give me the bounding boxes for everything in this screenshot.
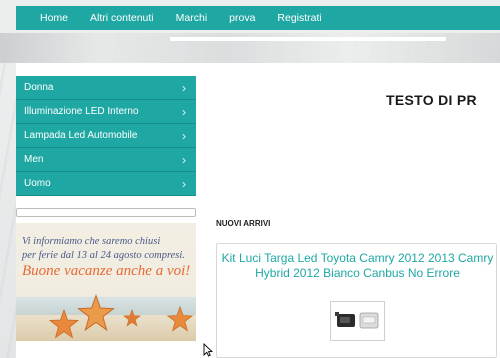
banner-line-1: Vi informiamo che saremo chiusi: [22, 236, 161, 247]
sidebar-item-label: Donna: [24, 82, 54, 93]
product-title-link[interactable]: Kit Luci Targa Led Toyota Camry 2012 201…: [221, 251, 494, 281]
chevron-right-icon: ›: [182, 81, 186, 95]
chevron-right-icon: ›: [182, 177, 186, 191]
sidebar-item-label: Lampada Led Automobile: [24, 130, 138, 141]
chevron-right-icon: ›: [182, 153, 186, 167]
chevron-right-icon: ›: [182, 105, 186, 119]
chevron-right-icon: ›: [182, 129, 186, 143]
banner-line-2: per ferie dal 13 al 24 agosto compresi.: [22, 250, 185, 261]
section-title: NUOVI ARRIVI: [216, 219, 271, 228]
sidebar-item-donna[interactable]: Donna ›: [16, 76, 196, 100]
sidebar-item-uomo[interactable]: Uomo ›: [16, 172, 196, 196]
starfish-icon: [77, 293, 115, 332]
page-heading: TESTO DI PR: [386, 92, 477, 108]
mouse-cursor-icon: [203, 343, 213, 357]
main-navbar: Home Altri contenuti Marchi prova Regist…: [16, 6, 500, 30]
nav-altri-contenuti[interactable]: Altri contenuti: [79, 6, 165, 30]
starfish-icon: [122, 309, 142, 327]
sidebar-item-label: Uomo: [24, 178, 51, 189]
sidebar-item-illuminazione-led-interno[interactable]: Illuminazione LED Interno ›: [16, 100, 196, 124]
sidebar-search-box[interactable]: [16, 208, 196, 217]
nav-registrati[interactable]: Registrati: [266, 6, 332, 30]
starfish-icon: [166, 305, 194, 332]
sidebar-item-men[interactable]: Men ›: [16, 148, 196, 172]
sidebar-item-label: Men: [24, 154, 44, 165]
product-image: [335, 312, 379, 329]
nav-prova[interactable]: prova: [218, 6, 266, 30]
category-menu: Donna › Illuminazione LED Interno › Lamp…: [16, 76, 196, 196]
nav-home[interactable]: Home: [16, 6, 79, 30]
sidebar-item-label: Illuminazione LED Interno: [24, 106, 139, 117]
header-strip: [170, 37, 446, 41]
sidebar-item-lampada-led-automobile[interactable]: Lampada Led Automobile ›: [16, 124, 196, 148]
product-thumbnail[interactable]: [330, 301, 385, 341]
banner-line-3: Buone vacanze anche a voi!: [22, 263, 191, 279]
nav-marchi[interactable]: Marchi: [165, 6, 219, 30]
product-card: Kit Luci Targa Led Toyota Camry 2012 201…: [216, 243, 497, 358]
holiday-banner: Vi informiamo che saremo chiusi per feri…: [16, 223, 196, 341]
